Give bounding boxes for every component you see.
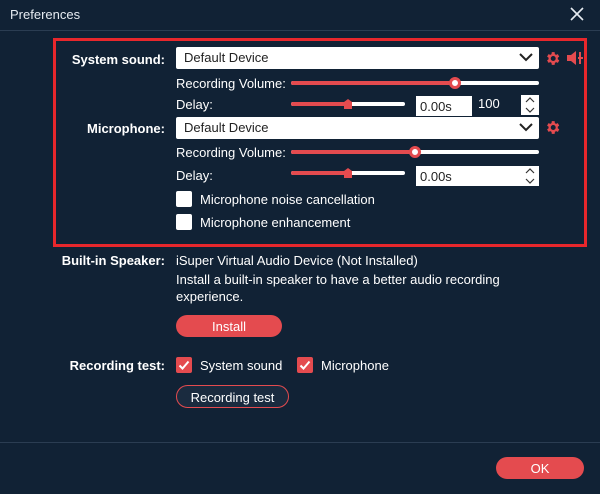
slider-knob[interactable] — [448, 77, 461, 89]
microphone-delay-label: Delay: — [176, 168, 213, 183]
slider-marker[interactable] — [344, 99, 352, 109]
microphone-delay-spinner[interactable] — [521, 166, 539, 186]
microphone-delay-field[interactable]: 0.00s — [416, 166, 521, 186]
microphone-device-value: Default Device — [184, 120, 269, 135]
chevron-down-icon — [519, 53, 533, 62]
microphone-delay-slider[interactable] — [291, 165, 405, 181]
test-microphone-checkbox[interactable] — [297, 357, 313, 373]
noise-cancellation-label: Microphone noise cancellation — [200, 192, 375, 207]
system-sound-delay-max: 100 — [478, 96, 500, 111]
title-separator — [0, 30, 600, 31]
speaker-icon — [567, 51, 583, 65]
spin-up-icon[interactable] — [525, 168, 535, 174]
ok-button[interactable]: OK — [496, 457, 584, 479]
microphone-device-select[interactable]: Default Device — [176, 117, 539, 139]
system-sound-delay-spinner[interactable] — [521, 95, 539, 115]
gear-icon — [547, 121, 560, 134]
slider-fill — [291, 150, 415, 154]
checkmark-icon — [299, 360, 311, 370]
close-icon — [570, 7, 584, 21]
system-sound-speaker-button[interactable] — [566, 49, 586, 67]
spin-up-icon[interactable] — [525, 97, 535, 103]
test-system-sound-checkbox[interactable] — [176, 357, 192, 373]
checkmark-icon — [178, 360, 190, 370]
footer-separator — [0, 442, 600, 443]
builtin-speaker-label: Built-in Speaker: — [61, 253, 165, 268]
microphone-settings-button[interactable] — [544, 119, 561, 136]
system-sound-settings-button[interactable] — [544, 50, 561, 67]
slider-fill — [291, 102, 348, 106]
microphone-volume-slider[interactable] — [291, 144, 539, 160]
system-sound-volume-label: Recording Volume: — [176, 76, 286, 91]
slider-fill — [291, 171, 348, 175]
microphone-label: Microphone: — [87, 121, 165, 136]
slider-fill — [291, 81, 455, 85]
test-microphone-label: Microphone — [321, 358, 389, 373]
spin-down-icon[interactable] — [525, 107, 535, 113]
chevron-down-icon — [519, 123, 533, 132]
microphone-volume-label: Recording Volume: — [176, 145, 286, 160]
recording-test-label: Recording test: — [69, 358, 165, 373]
noise-cancellation-checkbox[interactable] — [176, 191, 192, 207]
system-sound-label: System sound: — [71, 52, 165, 67]
system-sound-delay-slider[interactable] — [291, 96, 405, 112]
gear-icon — [547, 52, 560, 65]
recording-test-button[interactable]: Recording test — [176, 385, 289, 408]
install-button[interactable]: Install — [176, 315, 282, 337]
builtin-speaker-status: iSuper Virtual Audio Device (Not Install… — [176, 253, 418, 268]
system-sound-device-value: Default Device — [184, 50, 269, 65]
close-button[interactable] — [568, 5, 586, 23]
enhancement-checkbox[interactable] — [176, 214, 192, 230]
system-sound-device-select[interactable]: Default Device — [176, 47, 539, 69]
spin-down-icon[interactable] — [525, 178, 535, 184]
system-sound-delay-label: Delay: — [176, 97, 213, 112]
enhancement-label: Microphone enhancement — [200, 215, 351, 230]
builtin-speaker-description-line2: experience. — [176, 289, 244, 304]
test-system-sound-label: System sound — [200, 358, 283, 373]
slider-marker[interactable] — [344, 168, 352, 178]
builtin-speaker-description-line1: Install a built-in speaker to have a bet… — [176, 272, 500, 287]
slider-knob[interactable] — [409, 146, 421, 158]
system-sound-delay-field[interactable]: 0.00s — [416, 96, 472, 116]
system-sound-volume-slider[interactable] — [291, 75, 539, 91]
window-title: Preferences — [10, 7, 81, 22]
